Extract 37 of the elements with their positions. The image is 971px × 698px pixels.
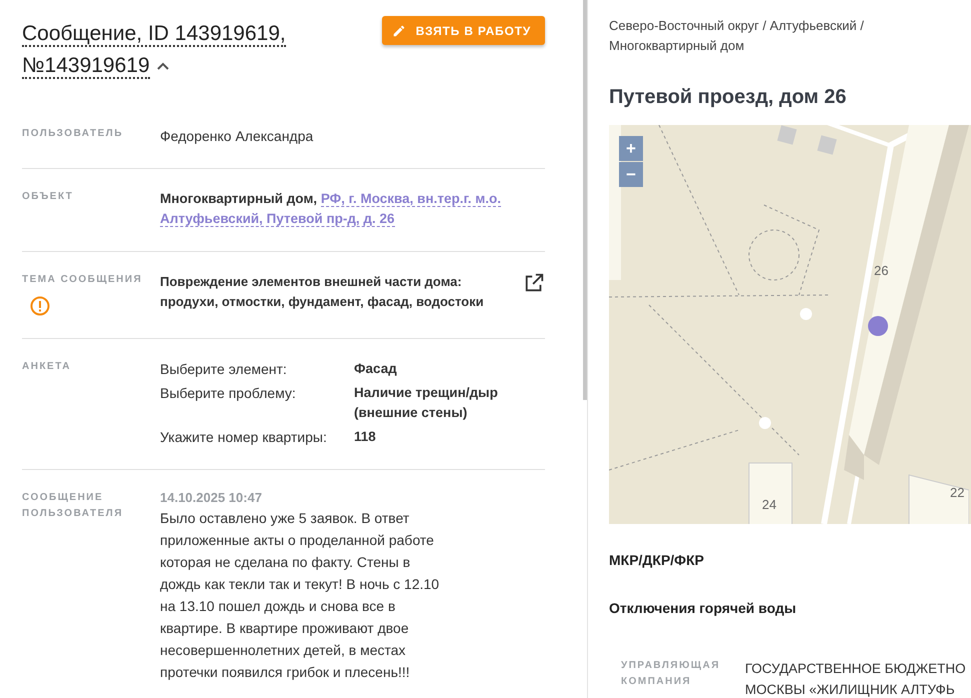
- message-date: 14.10.2025 10:47: [160, 490, 263, 505]
- section-heading: МКР/ДКР/ФКР: [609, 552, 706, 568]
- field-label: АНКЕТА: [22, 360, 72, 374]
- field-label: СООБЩЕНИЕ ПОЛЬЗОВАТЕЛЯ: [22, 491, 122, 521]
- field-value: Многоквартирный дом,: [160, 191, 318, 206]
- address-link[interactable]: Алтуфьевский, Путевой пр-д, д. 26: [160, 211, 395, 227]
- survey-answer: Наличие трещин/дыр (внешние стены): [354, 384, 499, 422]
- survey-answer: 118: [354, 428, 377, 446]
- zoom-out-button[interactable]: −: [619, 162, 643, 187]
- field-label: ТЕМА СООБЩЕНИЯ: [22, 273, 144, 287]
- topic-value: Повреждение элементов внешней части дома: продухи, отмостки, фундамент, фасад, водостоки: [160, 273, 485, 311]
- building-number: 22: [950, 485, 964, 500]
- survey-answer: Фасад: [354, 360, 398, 378]
- pencil-icon: [392, 24, 406, 38]
- survey-question: Выберите проблему:: [160, 384, 297, 403]
- field-label: ОБЪЕКТ: [22, 190, 74, 204]
- building-number: 24: [762, 497, 776, 512]
- message-title[interactable]: №143919619: [22, 54, 150, 79]
- building-title: Путевой проезд, дом 26: [609, 86, 848, 109]
- info-value: МОСКВЫ «ЖИЛИЩНИК АЛТУФЬ: [745, 681, 956, 698]
- message-text: Было оставлено уже 5 заявок. В ответ приложенные акты о проделанной работе которая не сделана по факту. Стены в дождь как текли так и текут! В ночь с 12.10 на 13.10 пошел дождь и снова все в квартире. В квартире проживают двое несовершеннолетних детей, в местах протечки появился грибок и плесень!!!: [160, 509, 440, 682]
- field-value: Федоренко Александра: [160, 127, 314, 146]
- survey-question: Выберите элемент:: [160, 360, 288, 379]
- open-external-icon[interactable]: [523, 272, 545, 294]
- breadcrumb: Северо-Восточный округ / Алтуфьевский / Многоквартирный дом: [609, 17, 865, 55]
- take-to-work-button[interactable]: ВЗЯТЬ В РАБОТУ: [382, 16, 545, 45]
- building-number: 26: [874, 263, 888, 278]
- info-label: УПРАВЛЯЮЩАЯ КОМПАНИЯ: [621, 659, 719, 689]
- section-heading: Отключения горячей воды: [609, 600, 798, 616]
- zoom-in-button[interactable]: +: [619, 136, 643, 161]
- field-label: ПОЛЬЗОВАТЕЛЬ: [22, 127, 124, 141]
- survey-question: Укажите номер квартиры:: [160, 428, 328, 447]
- info-value: ГОСУДАРСТВЕННОЕ БЮДЖЕТНО: [745, 660, 966, 678]
- map[interactable]: + − 26 24 22: [609, 125, 971, 524]
- message-title[interactable]: Сообщение, ID 143919619,: [22, 22, 286, 47]
- address-link[interactable]: РФ, г. Москва, вн.тер.г. м.о.: [320, 191, 501, 207]
- chevron-up-icon[interactable]: [156, 61, 170, 72]
